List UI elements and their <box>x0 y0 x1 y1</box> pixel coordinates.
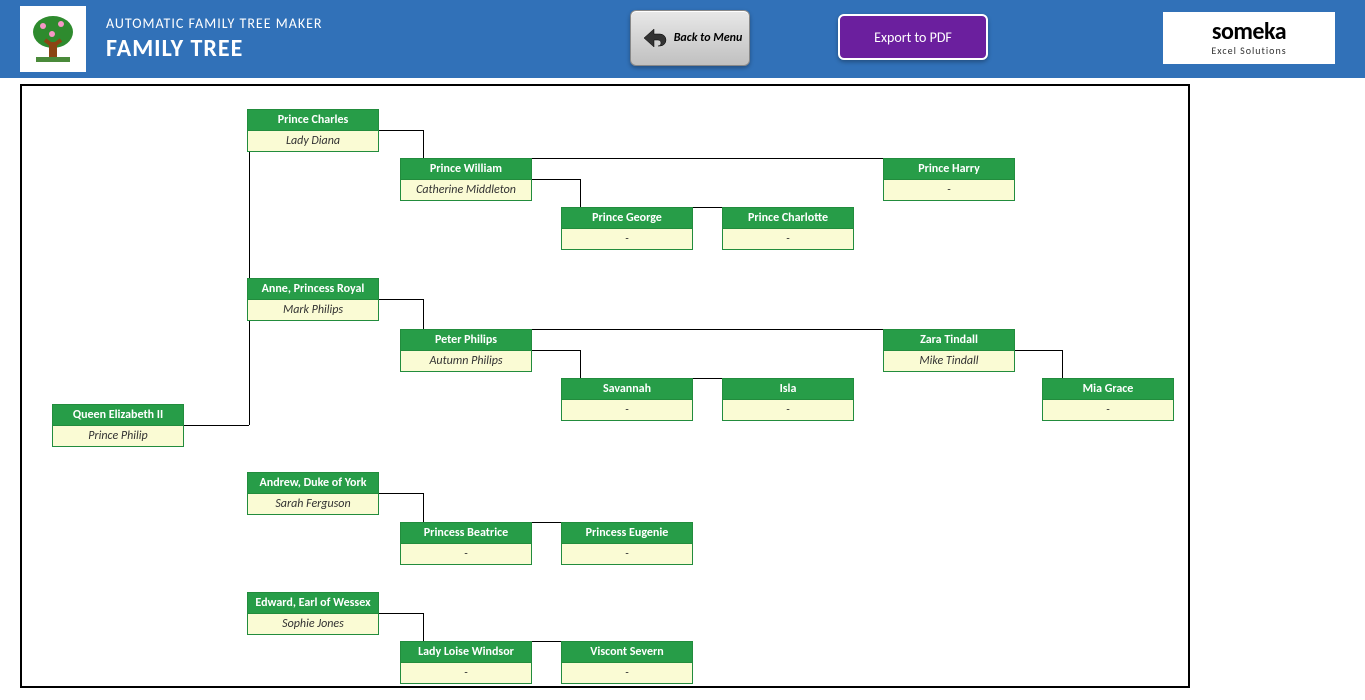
connector-line <box>580 179 581 207</box>
node-secondary: Autumn Philips <box>401 350 531 371</box>
tree-node-zara[interactable]: Zara TindallMike Tindall <box>883 329 1015 372</box>
node-primary: Prince George <box>562 208 692 228</box>
connector-line <box>379 613 423 614</box>
connector-line <box>423 130 424 158</box>
app-header: AUTOMATIC FAMILY TREE MAKER FAMILY TREE … <box>0 0 1365 78</box>
node-secondary: Sophie Jones <box>248 613 378 634</box>
canvas-wrap: Queen Elizabeth IIPrince Philip Prince Ch… <box>0 78 1365 694</box>
node-primary: Prince Charles <box>248 110 378 130</box>
tree-node-andrew[interactable]: Andrew, Duke of YorkSarah Ferguson <box>247 472 379 515</box>
node-primary: Prince Harry <box>884 159 1014 179</box>
connector-line <box>379 493 423 494</box>
node-primary: Peter Philips <box>401 330 531 350</box>
tree-node-savannah[interactable]: Savannah- <box>561 378 693 421</box>
node-secondary: - <box>884 179 1014 200</box>
connector-line <box>423 493 424 522</box>
connector-line <box>249 109 250 425</box>
tree-node-eugenie[interactable]: Princess Eugenie- <box>561 522 693 565</box>
node-primary: Princess Beatrice <box>401 523 531 543</box>
node-primary: Viscont Severn <box>562 642 692 662</box>
tree-node-beatrice[interactable]: Princess Beatrice- <box>400 522 532 565</box>
connector-line <box>1015 350 1062 351</box>
connector-line <box>184 425 249 426</box>
node-secondary: - <box>1043 399 1173 420</box>
node-primary: Edward, Earl of Wessex <box>248 593 378 613</box>
tree-node-edward[interactable]: Edward, Earl of WessexSophie Jones <box>247 592 379 635</box>
node-secondary: - <box>562 399 692 420</box>
connector-line <box>423 299 424 329</box>
tree-node-isla[interactable]: Isla- <box>722 378 854 421</box>
tree-node-charles[interactable]: Prince CharlesLady Diana <box>247 109 379 152</box>
node-secondary: Catherine Middleton <box>401 179 531 200</box>
tree-node-george[interactable]: Prince George- <box>561 207 693 250</box>
app-title: FAMILY TREE <box>106 34 323 63</box>
connector-line <box>423 613 424 641</box>
tree-node-william[interactable]: Prince WilliamCatherine Middleton <box>400 158 532 201</box>
node-primary: Prince Charlotte <box>723 208 853 228</box>
node-secondary: - <box>401 543 531 564</box>
title-group: AUTOMATIC FAMILY TREE MAKER FAMILY TREE <box>106 15 323 63</box>
node-primary: Isla <box>723 379 853 399</box>
node-secondary: - <box>562 543 692 564</box>
node-secondary: - <box>562 662 692 683</box>
tree-node-root[interactable]: Queen Elizabeth IIPrince Philip <box>52 404 184 447</box>
connector-line <box>1062 350 1063 378</box>
tree-node-peter[interactable]: Peter PhilipsAutumn Philips <box>400 329 532 372</box>
node-secondary: - <box>723 399 853 420</box>
back-arrow-icon <box>638 23 668 53</box>
tree-node-loise[interactable]: Lady Loise Windsor- <box>400 641 532 684</box>
node-secondary: Lady Diana <box>248 130 378 151</box>
family-tree-canvas: Queen Elizabeth IIPrince Philip Prince Ch… <box>20 84 1190 688</box>
node-secondary: - <box>723 228 853 249</box>
tree-node-anne[interactable]: Anne, Princess RoyalMark Philips <box>247 278 379 321</box>
node-secondary: - <box>401 662 531 683</box>
tree-node-charlotte[interactable]: Prince Charlotte- <box>722 207 854 250</box>
node-primary: Andrew, Duke of York <box>248 473 378 493</box>
node-secondary: Mike Tindall <box>884 350 1014 371</box>
node-primary: Savannah <box>562 379 692 399</box>
vendor-tagline: Excel Solutions <box>1211 44 1286 57</box>
node-primary: Queen Elizabeth II <box>53 405 183 425</box>
connector-line <box>532 179 580 180</box>
node-secondary: Mark Philips <box>248 299 378 320</box>
back-button-label: Back to Menu <box>674 31 743 45</box>
tree-node-mia[interactable]: Mia Grace- <box>1042 378 1174 421</box>
node-primary: Anne, Princess Royal <box>248 279 378 299</box>
export-button-label: Export to PDF <box>874 29 952 46</box>
node-secondary: Sarah Ferguson <box>248 493 378 514</box>
node-primary: Prince William <box>401 159 531 179</box>
node-primary: Princess Eugenie <box>562 523 692 543</box>
node-secondary: - <box>562 228 692 249</box>
connector-line <box>379 130 423 131</box>
tree-icon <box>28 14 78 64</box>
connector-line <box>580 350 581 378</box>
node-secondary: Prince Philip <box>53 425 183 446</box>
app-logo <box>20 6 86 72</box>
app-subtitle: AUTOMATIC FAMILY TREE MAKER <box>106 15 323 32</box>
export-pdf-button[interactable]: Export to PDF <box>838 14 988 60</box>
node-primary: Mia Grace <box>1043 379 1173 399</box>
node-primary: Lady Loise Windsor <box>401 642 531 662</box>
tree-node-severn[interactable]: Viscont Severn- <box>561 641 693 684</box>
node-primary: Zara Tindall <box>884 330 1014 350</box>
back-to-menu-button[interactable]: Back to Menu <box>630 10 750 66</box>
connector-line <box>379 299 423 300</box>
vendor-brand: someka <box>1212 20 1286 44</box>
vendor-logo: someka Excel Solutions <box>1163 12 1335 64</box>
connector-line <box>532 350 580 351</box>
tree-node-harry[interactable]: Prince Harry- <box>883 158 1015 201</box>
